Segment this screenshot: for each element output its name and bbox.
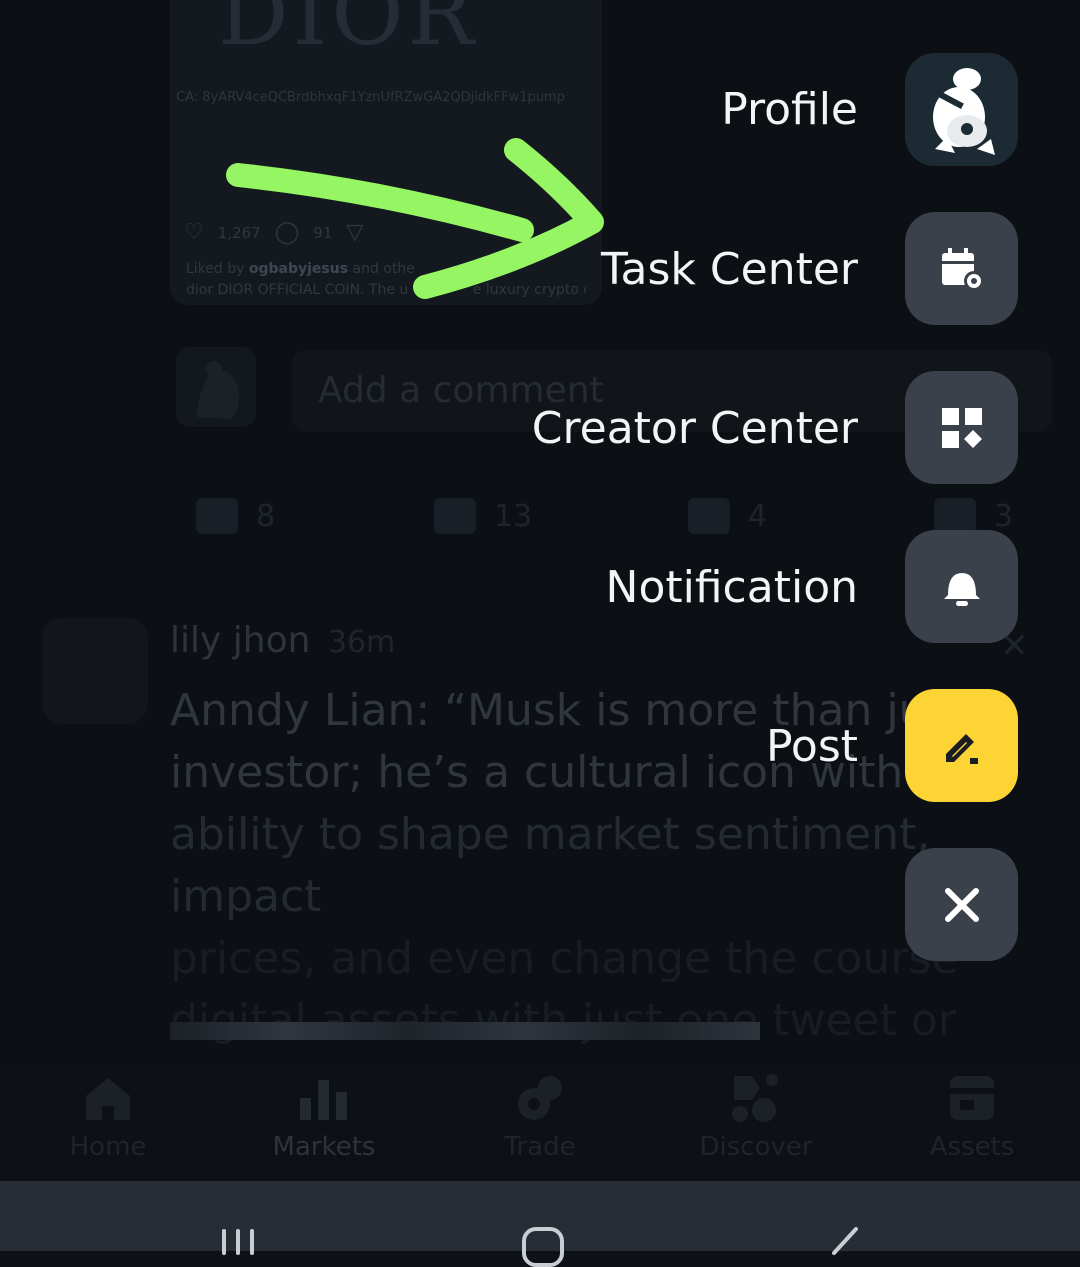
dashboard-icon (941, 407, 982, 448)
profile-avatar-icon (905, 53, 1018, 166)
menu-label-notification[interactable]: Notification (606, 562, 858, 613)
task-center-button[interactable] (905, 212, 1018, 325)
edit-pencil-icon (945, 733, 978, 764)
profile-button[interactable] (905, 53, 1018, 166)
home-button-icon[interactable] (522, 1227, 564, 1267)
post-button[interactable] (905, 689, 1018, 802)
system-nav-bar (0, 1181, 1080, 1267)
close-icon (944, 887, 979, 922)
bell-icon (943, 572, 980, 606)
calendar-check-icon (941, 247, 984, 291)
menu-label-profile[interactable]: Profile (721, 84, 858, 135)
close-menu-button[interactable] (905, 848, 1018, 961)
recents-icon[interactable] (222, 1229, 262, 1255)
menu-label-creator-center[interactable]: Creator Center (532, 403, 858, 454)
creator-center-button[interactable] (905, 371, 1018, 484)
notification-button[interactable] (905, 530, 1018, 643)
menu-label-post[interactable]: Post (766, 721, 858, 772)
menu-label-task-center[interactable]: Task Center (601, 244, 858, 295)
